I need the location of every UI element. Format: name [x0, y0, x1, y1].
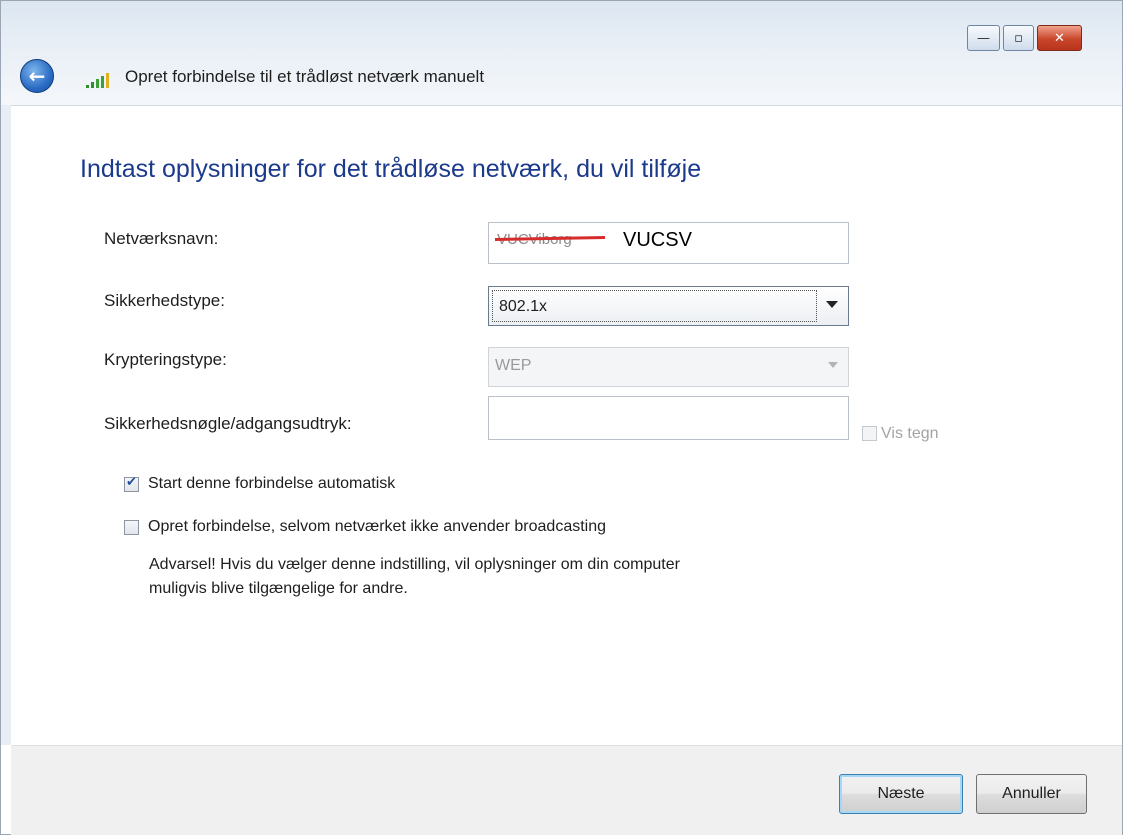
network-name-value: VUCSV [623, 229, 692, 251]
close-button[interactable]: ✕ [1037, 25, 1082, 51]
title-bar: — ▫ ✕ ← Opret forbindelse til et trådløs… [1, 1, 1122, 106]
focus-ring: 802.1x [492, 290, 817, 322]
network-name-label: Netværksnavn: [104, 229, 219, 248]
maximize-button[interactable]: ▫ [1003, 25, 1034, 51]
window-frame-left [1, 105, 11, 745]
dropdown-arrow-icon[interactable] [826, 301, 838, 308]
cancel-button[interactable]: Annuller [976, 774, 1087, 814]
security-type-label: Sikkerhedstype: [104, 291, 225, 310]
minimize-button[interactable]: — [967, 25, 1000, 51]
dropdown-arrow-icon [828, 362, 838, 368]
page-heading: Indtast oplysninger for det trådløse net… [80, 155, 702, 183]
encryption-type-label: Krypteringstype: [104, 350, 227, 369]
encryption-type-value: WEP [495, 357, 532, 374]
minimize-icon: — [977, 30, 990, 46]
warning-text: Advarsel! Hvis du vælger denne indstilli… [149, 553, 680, 601]
auto-start-label[interactable]: Start denne forbindelse automatisk [148, 475, 395, 493]
wireless-signal-icon [86, 73, 109, 88]
show-characters-checkbox[interactable] [862, 426, 877, 441]
next-button[interactable]: Næste [839, 774, 963, 814]
wizard-title: Opret forbindelse til et trådløst netvær… [125, 67, 485, 86]
warning-line: Advarsel! Hvis du vælger denne indstilli… [149, 556, 680, 573]
wizard-window: — ▫ ✕ ← Opret forbindelse til et trådløs… [0, 0, 1123, 835]
security-key-input[interactable] [488, 396, 849, 440]
connect-hidden-label[interactable]: Opret forbindelse, selvom netværket ikke… [148, 518, 606, 536]
maximize-icon: ▫ [1014, 30, 1023, 46]
auto-start-checkbox[interactable] [124, 475, 139, 492]
back-arrow-icon: ← [28, 64, 46, 88]
back-button[interactable]: ← [20, 59, 54, 93]
network-name-input[interactable]: VUCViborg VUCSV [488, 222, 849, 264]
warning-line: muligvis blive tilgængelige for andre. [149, 580, 408, 597]
show-characters-label: Vis tegn [881, 425, 939, 442]
close-icon: ✕ [1054, 30, 1065, 46]
security-type-value: 802.1x [499, 298, 548, 315]
security-type-select[interactable]: 802.1x [488, 286, 849, 326]
encryption-type-select[interactable]: WEP [488, 347, 849, 387]
security-key-label: Sikkerhedsnøgle/adgangsudtryk: [104, 414, 352, 433]
connect-hidden-checkbox[interactable] [124, 520, 139, 535]
